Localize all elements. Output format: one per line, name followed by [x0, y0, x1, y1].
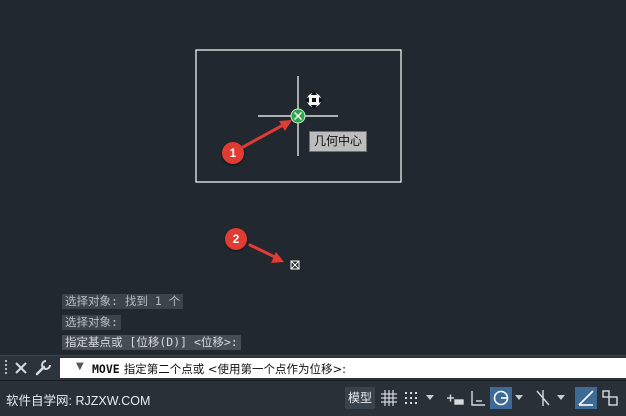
command-line-bar: ▼ MOVE 指定第二个点或 <使用第一个点作为位移>: — [0, 355, 626, 380]
drag-handle-icon[interactable] — [3, 360, 9, 376]
isodraft-dropdown-icon[interactable] — [557, 395, 565, 400]
isodraft-icon[interactable] — [532, 387, 554, 409]
annotation-arrow-2 — [248, 243, 284, 263]
annotation-arrow-1 — [241, 120, 292, 149]
infer-constraints-icon[interactable] — [444, 387, 466, 409]
object-snap-tracking-icon[interactable] — [575, 387, 597, 409]
watermark: 软件自学网: RJZXW.COM — [6, 394, 151, 408]
drawing-canvas[interactable]: 1 2 几何中心 选择对象: 找到 1 个 选择对象: 指定基点或 [位移(D)… — [0, 0, 626, 355]
polar-tracking-icon[interactable] — [490, 387, 512, 409]
command-input[interactable]: ▼ MOVE 指定第二个点或 <使用第一个点作为位移>: — [60, 358, 626, 378]
active-command-name: MOVE — [92, 362, 120, 376]
polar-dropdown-icon[interactable] — [515, 395, 523, 400]
move-cursor-icon — [305, 91, 323, 109]
command-prompt: 指定第二个点或 <使用第一个点作为位移>: — [123, 362, 347, 376]
geometric-center-snap-icon — [290, 108, 306, 124]
snap-tooltip: 几何中心 — [309, 131, 368, 152]
recent-commands-dropdown-icon[interactable]: ▼ — [76, 361, 84, 372]
annotation-badge-2: 2 — [225, 228, 247, 250]
command-history-line: 指定基点或 [位移(D)] <位移>: — [62, 335, 241, 350]
grid-icon[interactable] — [378, 387, 400, 409]
model-space-button[interactable]: 模型 — [345, 387, 375, 409]
status-bar: 软件自学网: RJZXW.COM 模型 — [0, 380, 626, 416]
customize-wrench-icon[interactable] — [34, 359, 52, 377]
annotation-badge-1: 1 — [222, 142, 244, 164]
close-icon[interactable] — [12, 359, 30, 377]
command-history-line: 选择对象: 找到 1 个 — [62, 294, 184, 309]
osnap-icon[interactable] — [599, 387, 621, 409]
base-point-marker-icon — [290, 260, 300, 270]
dynamic-input-icon[interactable] — [467, 387, 489, 409]
snap-dropdown-icon[interactable] — [426, 395, 434, 400]
snap-grid-icon[interactable] — [401, 387, 423, 409]
command-history-line: 选择对象: — [62, 315, 121, 330]
